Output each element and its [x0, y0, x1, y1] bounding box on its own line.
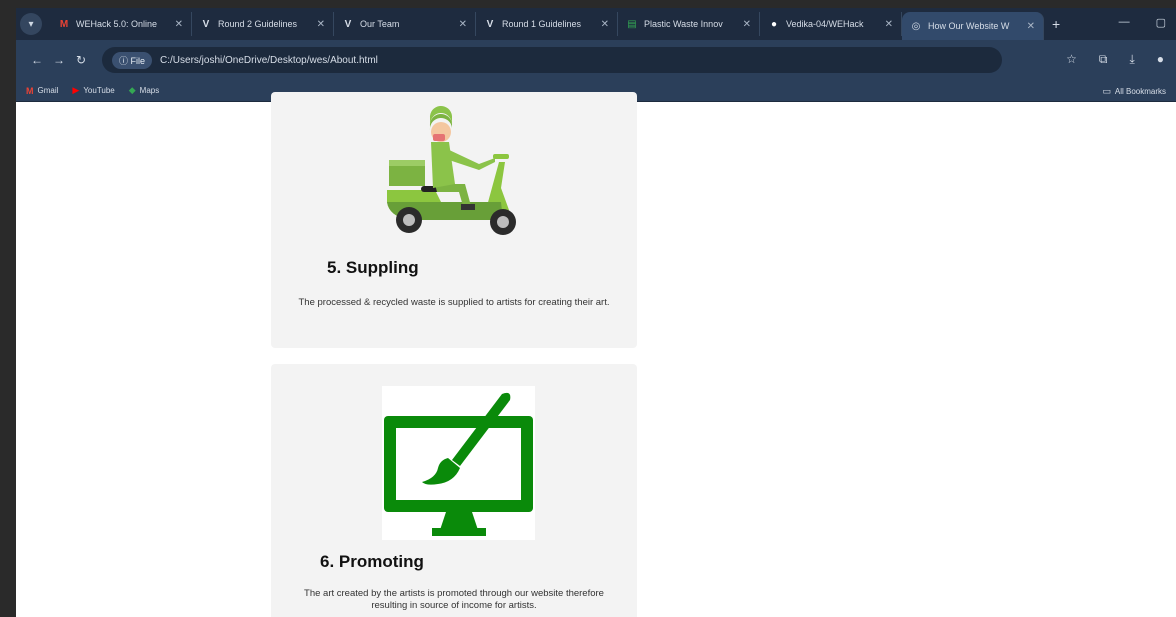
gmail-icon: M — [26, 85, 34, 96]
github-icon: ● — [770, 18, 778, 30]
gmail-icon: M — [59, 18, 69, 30]
v-logo-icon: V — [202, 18, 210, 30]
address-bar[interactable]: ⓘ File C:/Users/joshi/OneDrive/Desktop/w… — [102, 47, 1002, 73]
close-icon[interactable]: ✕ — [885, 19, 893, 30]
bookmark-label: YouTube — [83, 86, 115, 95]
extensions-icon[interactable]: ⧉ — [1099, 52, 1108, 67]
monitor-paintbrush-icon — [382, 386, 535, 540]
bookmark-youtube[interactable]: ▶ YouTube — [72, 85, 114, 96]
close-icon[interactable]: ✕ — [175, 19, 183, 30]
address-url: C:/Users/joshi/OneDrive/Desktop/wes/Abou… — [160, 54, 378, 66]
forward-icon[interactable]: → — [48, 53, 70, 67]
maximize-icon[interactable]: ▢ — [1156, 16, 1166, 29]
tab-1[interactable]: V Round 2 Guidelines ✕ — [192, 12, 334, 36]
back-icon[interactable]: ← — [26, 53, 48, 67]
tab-search-icon[interactable]: ▾ — [20, 13, 42, 35]
tab-5[interactable]: ● Vedika-04/WEHack ✕ — [760, 12, 902, 36]
close-icon[interactable]: ✕ — [601, 19, 609, 30]
tab-2[interactable]: V Our Team ✕ — [334, 12, 476, 36]
all-bookmarks-label: All Bookmarks — [1114, 87, 1166, 96]
download-icon[interactable]: ⤓ — [1129, 52, 1134, 67]
folder-icon: ▭ — [1102, 86, 1111, 96]
tab-strip: ▾ M WEHack 5.0: Online ✕ V Round 2 Guide… — [16, 8, 1176, 40]
window-controls: — ▢ — [1119, 16, 1166, 29]
reload-icon[interactable]: ↻ — [70, 53, 92, 67]
tab-label: Vedika-04/WEHack — [786, 19, 864, 29]
bookmark-maps[interactable]: ◆ Maps — [129, 85, 159, 96]
tab-label: WEHack 5.0: Online — [76, 19, 158, 29]
card-description: The art created by the artists is promot… — [304, 588, 604, 611]
card-title: 5. Suppling — [327, 258, 419, 277]
tab-label: Round 2 Guidelines — [218, 19, 298, 29]
browser-window: ▾ M WEHack 5.0: Online ✕ V Round 2 Guide… — [16, 8, 1176, 617]
browser-toolbar: ← → ↻ ⓘ File C:/Users/joshi/OneDrive/Des… — [16, 40, 1176, 80]
bookmark-gmail[interactable]: M Gmail — [26, 86, 58, 96]
tab-0[interactable]: M WEHack 5.0: Online ✕ — [50, 12, 192, 36]
close-icon[interactable]: ✕ — [743, 19, 751, 30]
sheets-icon: ▤ — [627, 18, 637, 30]
profile-icon[interactable]: ● — [1157, 52, 1164, 67]
v-logo-icon: V — [486, 18, 494, 30]
close-icon[interactable]: ✕ — [1027, 21, 1035, 32]
card-title: 6. Promoting — [320, 552, 424, 571]
tab-label: Our Team — [360, 19, 400, 29]
card-description: The processed & recycled waste is suppli… — [298, 297, 610, 308]
bookmark-label: Maps — [139, 86, 160, 95]
step-card-promoting: 6. Promoting The art created by the arti… — [271, 364, 637, 617]
tab-4[interactable]: ▤ Plastic Waste Innov ✕ — [618, 12, 760, 36]
globe-icon: ◎ — [911, 20, 921, 32]
tab-label: Plastic Waste Innov — [644, 19, 723, 29]
close-icon[interactable]: ✕ — [317, 19, 325, 30]
toolbar-actions: ☆ ⧉ ⤓ ● — [1066, 52, 1164, 67]
delivery-scooter-icon — [375, 102, 535, 244]
bookmark-star-icon[interactable]: ☆ — [1066, 52, 1077, 67]
v-logo-icon: V — [344, 18, 352, 30]
close-icon[interactable]: ✕ — [459, 19, 467, 30]
new-tab-button[interactable]: + — [1052, 16, 1060, 32]
tab-6-active[interactable]: ◎ How Our Website W ✕ — [902, 12, 1044, 40]
youtube-icon: ▶ — [72, 85, 80, 95]
page-content: 5. Suppling The processed & recycled was… — [16, 92, 1176, 617]
step-card-supplying: 5. Suppling The processed & recycled was… — [271, 92, 637, 348]
all-bookmarks[interactable]: ▭ All Bookmarks — [1102, 86, 1166, 97]
minimize-icon[interactable]: — — [1119, 16, 1130, 29]
site-info-chip[interactable]: ⓘ File — [112, 51, 153, 69]
tab-3[interactable]: V Round 1 Guidelines ✕ — [476, 12, 618, 36]
tab-label: Round 1 Guidelines — [502, 19, 582, 29]
tab-label: How Our Website W — [928, 21, 1010, 31]
maps-icon: ◆ — [128, 85, 136, 95]
bookmark-label: Gmail — [37, 86, 59, 95]
